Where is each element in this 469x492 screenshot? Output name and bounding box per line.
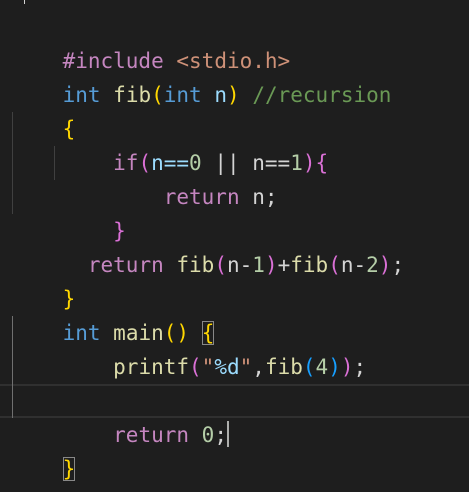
brace: { [315, 151, 329, 175]
bracket: ( [328, 253, 341, 277]
semicolon: ; [391, 253, 405, 277]
bracket: ) [264, 253, 278, 277]
code-line-13[interactable]: } [12, 418, 76, 481]
number-literal: 0 [201, 423, 215, 447]
code-line-12[interactable]: return 0; [12, 384, 229, 447]
bracket: ( [214, 253, 227, 277]
code-editor[interactable]: #include <stdio.h> int fib(int n) //recu… [0, 0, 469, 492]
semicolon: ; [353, 355, 367, 379]
string-quote: " [201, 355, 215, 379]
control-keyword: return [163, 185, 240, 209]
bracket: ) [302, 151, 316, 175]
parameter-name: n [214, 83, 228, 107]
code-line-1[interactable]: #include <stdio.h> [12, 10, 291, 73]
bracket: ) [378, 253, 392, 277]
string-quote: " [239, 355, 253, 379]
code-line-7[interactable]: return fib(n-1)+fib(n-2); [12, 214, 404, 277]
code-line-8[interactable]: } [12, 248, 76, 311]
function-call: fib [176, 253, 215, 277]
code-line-9[interactable]: int main() { [12, 282, 215, 345]
statement: n; [239, 185, 278, 209]
number-literal: 1 [252, 253, 265, 277]
type-keyword: int [163, 83, 202, 107]
code-line-5[interactable]: return n; [12, 146, 278, 209]
expression: n- [340, 253, 367, 277]
operator: + [277, 253, 291, 277]
function-call: fib [290, 253, 329, 277]
code-line-11[interactable] [12, 350, 63, 384]
semicolon: ; [214, 423, 227, 447]
code-line-10[interactable]: printf("%d",fib(4)); [12, 316, 366, 379]
number-literal: 1 [290, 151, 303, 175]
control-keyword: return [113, 423, 190, 447]
bracket: ) [227, 83, 240, 107]
code-line-6[interactable]: } [12, 180, 126, 243]
matched-brace: } [62, 457, 76, 481]
comma: , [252, 355, 265, 379]
format-specifier: %d [214, 355, 240, 379]
code-line-2[interactable]: int fib(int n) //recursion [12, 44, 392, 107]
function-call: fib [264, 355, 303, 379]
function-call: printf [113, 355, 190, 379]
scrolled-line-fragment [24, 0, 25, 4]
bracket: ) [340, 355, 354, 379]
text-cursor [226, 421, 229, 447]
function-name: fib [113, 83, 152, 107]
bracket: ) [328, 355, 341, 379]
code-line-3[interactable]: { [12, 78, 76, 141]
comment: //recursion [252, 83, 392, 107]
bracket: ( [151, 83, 164, 107]
number-literal: 4 [315, 355, 329, 379]
expression: n- [226, 253, 253, 277]
control-keyword: return [87, 253, 164, 277]
number-literal: 2 [366, 253, 379, 277]
code-line-4[interactable]: if(n==0 || n==1){ [12, 112, 328, 175]
bracket: ( [189, 355, 202, 379]
bracket: ( [302, 355, 316, 379]
